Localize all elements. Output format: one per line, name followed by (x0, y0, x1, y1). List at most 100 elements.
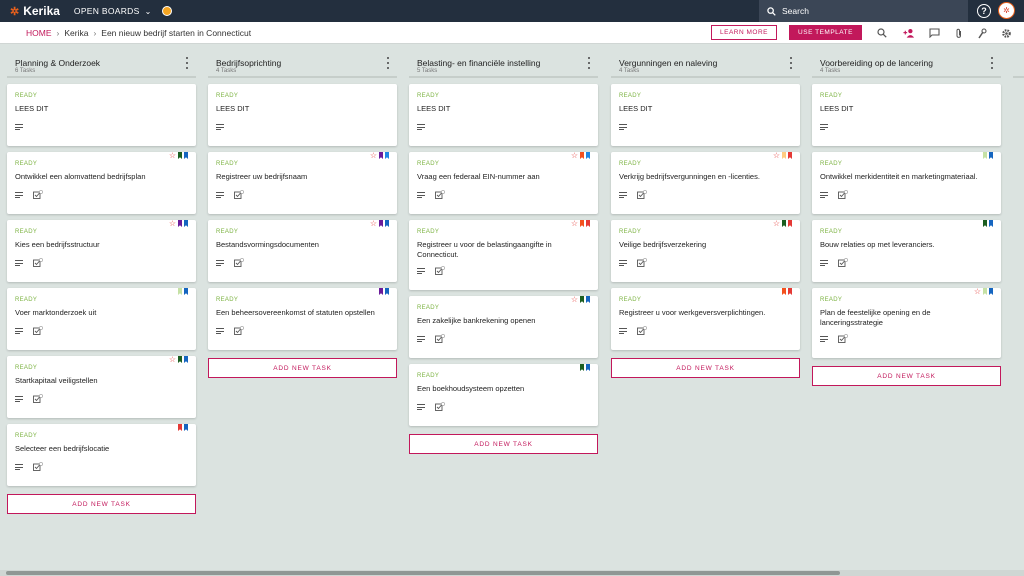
attachment-icon[interactable] (953, 27, 965, 39)
star-icon[interactable]: ☆ (571, 296, 578, 304)
open-boards-menu[interactable]: OPEN BOARDS ⌄ (74, 6, 152, 16)
add-person-icon[interactable] (903, 27, 915, 39)
star-icon[interactable]: ☆ (169, 220, 176, 228)
breadcrumb-home[interactable]: HOME (26, 28, 52, 38)
column-title[interactable]: Planning & Onderzoek (15, 58, 100, 68)
task-card[interactable]: ☆ READY Vraag een federaal EIN-nummer aan (409, 152, 598, 214)
description-icon (820, 336, 828, 342)
star-icon[interactable]: ☆ (773, 152, 780, 160)
task-card[interactable]: READY LEES DIT (7, 84, 196, 146)
task-card[interactable]: ☆ READY Startkapitaal veiligstellen (7, 356, 196, 418)
task-title: Een beheersovereenkomst of statuten opst… (216, 308, 375, 317)
more-vert-icon[interactable] (184, 57, 190, 69)
card-tags (983, 220, 993, 227)
card-tags: ☆ (974, 288, 993, 296)
task-card[interactable]: READY LEES DIT (611, 84, 800, 146)
task-card[interactable]: READY Voer marktonderzoek uit (7, 288, 196, 350)
add-new-task-button[interactable]: ADD NEW TASK (7, 494, 196, 514)
task-status: READY (417, 93, 440, 99)
star-icon[interactable]: ☆ (370, 152, 377, 160)
task-status: READY (417, 305, 440, 311)
task-card[interactable]: READY LEES DIT (208, 84, 397, 146)
star-icon[interactable]: ☆ (974, 288, 981, 296)
breadcrumb-account[interactable]: Kerika (64, 28, 88, 38)
task-card[interactable]: READY LEES DIT (812, 84, 1001, 146)
task-card[interactable]: READY Een beheersovereenkomst of statuten… (208, 288, 397, 350)
description-icon (15, 396, 23, 402)
add-new-task-button[interactable]: ADD NEW TASK (409, 434, 598, 454)
column-header: Vergunningen en naleving 4 Tasks (611, 48, 800, 78)
add-new-task-button[interactable]: ADD NEW TASK (812, 366, 1001, 386)
checklist-icon (838, 334, 848, 343)
avatar[interactable]: ✲ (998, 2, 1015, 19)
help-icon[interactable]: ? (977, 4, 991, 18)
task-card[interactable]: ☆ READY Ontwikkel een alomvattend bedrijfs… (7, 152, 196, 214)
star-icon[interactable]: ☆ (571, 220, 578, 228)
search-input[interactable]: Search (759, 0, 968, 22)
use-template-button[interactable]: USE TEMPLATE (789, 25, 862, 40)
add-new-task-button[interactable]: ADD NEW TASK (208, 358, 397, 378)
card-tags: ☆ (370, 152, 389, 160)
bookmark-tag-icon (989, 152, 993, 159)
tools-icon[interactable] (976, 27, 988, 39)
task-status: READY (619, 229, 642, 235)
scrollbar-thumb[interactable] (6, 571, 840, 575)
task-status: READY (15, 161, 38, 167)
task-card[interactable]: READY Bouw relaties op met leveranciers. (812, 220, 1001, 282)
open-board-indicator-icon[interactable] (161, 6, 172, 16)
search-icon[interactable] (876, 27, 888, 39)
gear-icon[interactable] (1000, 27, 1012, 39)
task-card[interactable]: ☆ READY Plan de feestelijke opening en de … (812, 288, 1001, 358)
card-tags (983, 152, 993, 159)
description-icon (216, 328, 224, 334)
column-title[interactable]: Voorbereiding op de lancering (820, 58, 933, 68)
bookmark-tag-icon (983, 220, 987, 227)
task-card[interactable]: READY Ontwikkel merkidentiteit en marketi… (812, 152, 1001, 214)
checklist-icon (637, 326, 647, 335)
star-icon[interactable]: ☆ (370, 220, 377, 228)
task-card[interactable]: ☆ READY Kies een bedrijfsstructuur (7, 220, 196, 282)
task-card[interactable]: ☆ READY Veilige bedrijfsverzekering (611, 220, 800, 282)
task-card[interactable]: READY Registreer u voor werkgeversverplic… (611, 288, 800, 350)
chevron-down-icon: ⌄ (144, 6, 152, 16)
more-vert-icon[interactable] (586, 57, 592, 69)
horizontal-scrollbar[interactable] (0, 570, 1024, 576)
column: Voorbereiding op de lancering 4 Tasks READ… (812, 48, 1001, 386)
more-vert-icon[interactable] (788, 57, 794, 69)
checklist-icon (33, 394, 43, 403)
task-title: Een zakelijke bankrekening openen (417, 316, 536, 325)
task-card[interactable]: READY LEES DIT (409, 84, 598, 146)
task-card[interactable]: ☆ READY Bestandsvormingsdocumenten (208, 220, 397, 282)
bookmark-tag-icon (178, 220, 182, 227)
add-new-task-button[interactable]: ADD NEW TASK (611, 358, 800, 378)
star-icon[interactable]: ☆ (773, 220, 780, 228)
chat-icon[interactable] (928, 27, 940, 39)
more-vert-icon[interactable] (385, 57, 391, 69)
task-title: Registreer u voor werkgeversverplichting… (619, 308, 766, 317)
task-card[interactable]: ☆ READY Verkrijg bedrijfsvergunningen en -… (611, 152, 800, 214)
column: Belasting- en financiële instelling 5 Tas… (409, 48, 598, 454)
bookmark-tag-icon (379, 220, 383, 227)
column-task-count: 4 Tasks (619, 68, 640, 74)
task-card[interactable]: READY Selecteer een bedrijfslocatie (7, 424, 196, 486)
task-card[interactable]: ☆ READY Een zakelijke bankrekening openen (409, 296, 598, 358)
task-card[interactable]: READY Een boekhoudsysteem opzetten (409, 364, 598, 426)
task-card[interactable]: ☆ READY Registreer uw bedrijfsnaam (208, 152, 397, 214)
task-status: READY (15, 433, 38, 439)
column-title[interactable]: Vergunningen en naleving (619, 58, 717, 68)
kerika-logo[interactable]: ✲ Kerika (10, 4, 60, 18)
column-title[interactable]: Belasting- en financiële instelling (417, 58, 540, 68)
learn-more-button[interactable]: LEARN MORE (711, 25, 777, 40)
description-icon (820, 192, 828, 198)
task-card[interactable]: ☆ READY Registreer u voor de belastingaang… (409, 220, 598, 290)
bookmark-tag-icon (782, 220, 786, 227)
star-icon[interactable]: ☆ (571, 152, 578, 160)
bookmark-tag-icon (788, 152, 792, 159)
card-tags: ☆ (370, 220, 389, 228)
star-icon[interactable]: ☆ (169, 152, 176, 160)
more-vert-icon[interactable] (989, 57, 995, 69)
task-title: Plan de feestelijke opening en de lancer… (820, 308, 931, 327)
description-icon (417, 192, 425, 198)
column-title[interactable]: Bedrijfsoprichting (216, 58, 281, 68)
star-icon[interactable]: ☆ (169, 356, 176, 364)
